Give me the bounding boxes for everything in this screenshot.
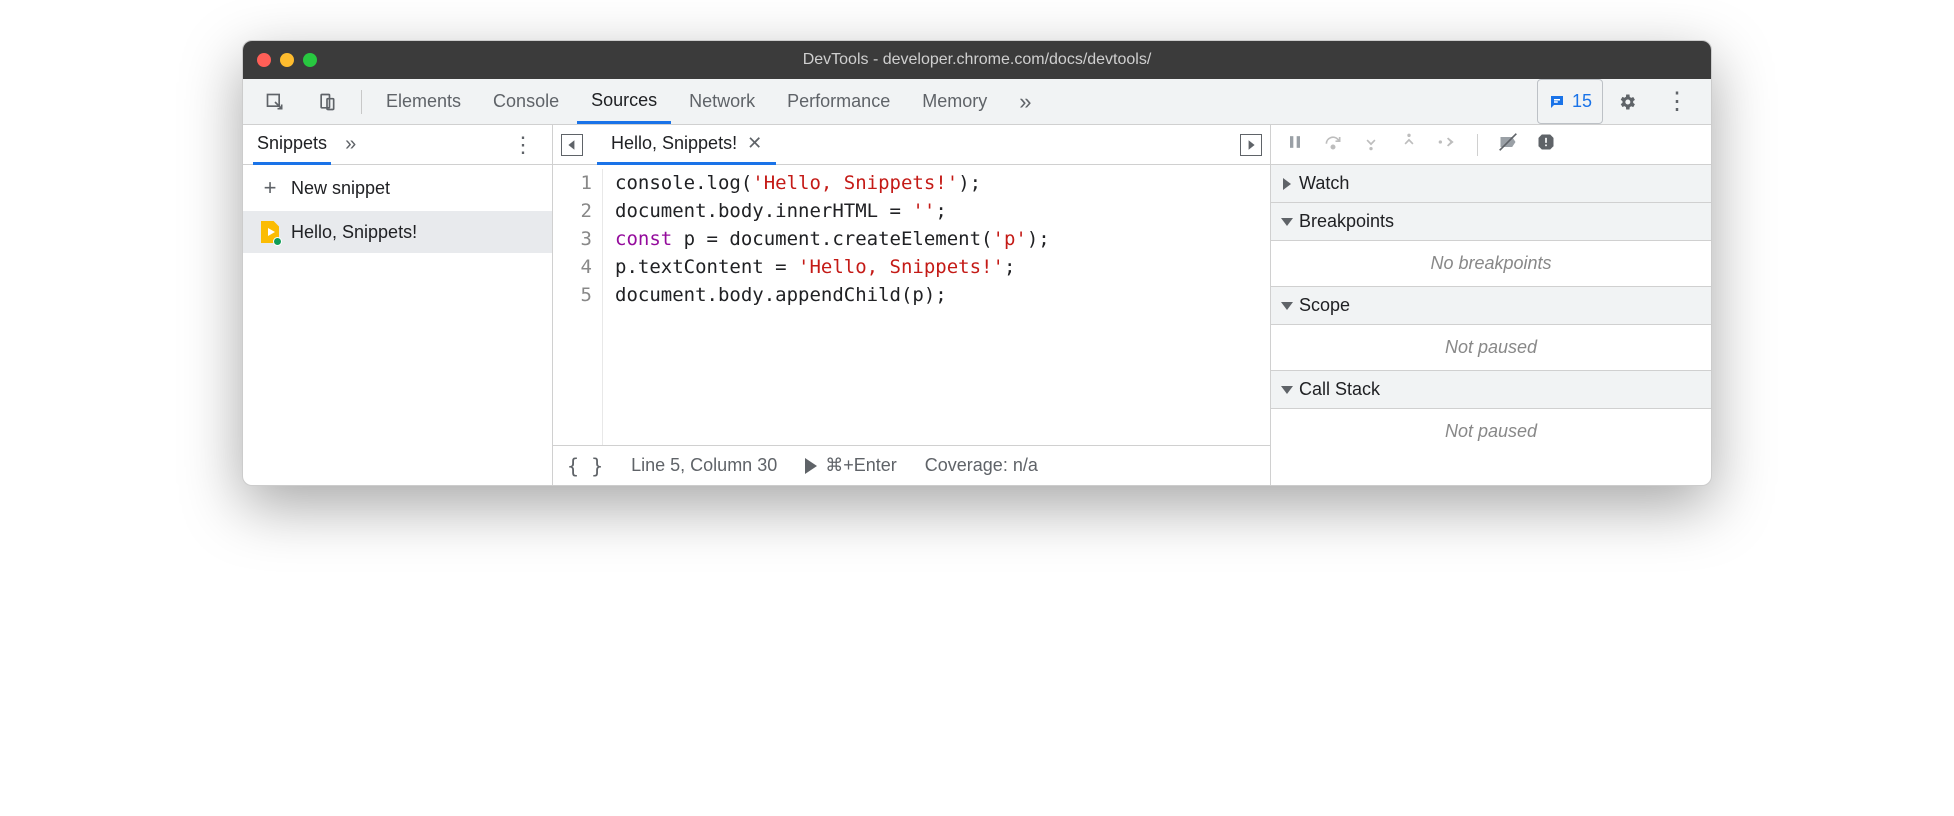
navigator-panel: Snippets » ⋮ + New snippet Hello, Snippe…	[243, 125, 553, 485]
run-shortcut: ⌘+Enter	[825, 455, 897, 476]
expand-icon	[1281, 218, 1293, 226]
code-editor[interactable]: 1 2 3 4 5 console.log('Hello, Snippets!'…	[553, 165, 1270, 445]
expand-icon	[1281, 302, 1293, 310]
kebab-menu-icon[interactable]: ⋮	[1651, 79, 1703, 124]
step-over-icon[interactable]	[1323, 132, 1343, 157]
navigator-kebab-icon[interactable]: ⋮	[504, 132, 542, 158]
scope-label: Scope	[1299, 295, 1350, 316]
minimize-window-button[interactable]	[280, 53, 294, 67]
devtools-window: DevTools - developer.chrome.com/docs/dev…	[242, 40, 1712, 486]
scope-section-header[interactable]: Scope	[1271, 287, 1711, 325]
issues-count: 15	[1572, 91, 1592, 112]
editor-tab-label: Hello, Snippets!	[611, 133, 737, 154]
debugger-toolbar	[1271, 125, 1711, 165]
snippet-list: + New snippet Hello, Snippets!	[243, 165, 552, 253]
main-toolbar: Elements Console Sources Network Perform…	[243, 79, 1711, 125]
debugger-panel: Watch Breakpoints No breakpoints Scope N…	[1271, 125, 1711, 485]
step-out-icon[interactable]	[1399, 132, 1419, 157]
tab-sources[interactable]: Sources	[577, 79, 671, 124]
breakpoints-section-header[interactable]: Breakpoints	[1271, 203, 1711, 241]
separator	[1477, 134, 1478, 156]
snippet-item-label: Hello, Snippets!	[291, 222, 417, 243]
line-number: 5	[553, 281, 592, 309]
line-number: 4	[553, 253, 592, 281]
callstack-empty: Not paused	[1271, 409, 1711, 454]
settings-icon[interactable]	[1603, 79, 1651, 124]
issues-badge[interactable]: 15	[1537, 79, 1603, 124]
scope-empty: Not paused	[1271, 325, 1711, 371]
tab-elements[interactable]: Elements	[372, 79, 475, 124]
line-gutter: 1 2 3 4 5	[553, 169, 603, 445]
pause-icon[interactable]	[1285, 132, 1305, 157]
plus-icon: +	[261, 175, 279, 201]
watch-label: Watch	[1299, 173, 1349, 194]
tab-console[interactable]: Console	[479, 79, 573, 124]
deactivate-breakpoints-icon[interactable]	[1498, 132, 1518, 157]
line-number: 1	[553, 169, 592, 197]
more-tabs-icon[interactable]: »	[1005, 79, 1045, 124]
line-number: 3	[553, 225, 592, 253]
panels: Snippets » ⋮ + New snippet Hello, Snippe…	[243, 125, 1711, 485]
watch-section-header[interactable]: Watch	[1271, 165, 1711, 203]
code-content: console.log('Hello, Snippets!');document…	[603, 169, 1050, 445]
play-icon	[805, 458, 817, 474]
editor-tabbar: Hello, Snippets! ✕	[553, 125, 1270, 165]
expand-icon	[1281, 386, 1293, 394]
step-icon[interactable]	[1437, 132, 1457, 157]
issues-icon	[1548, 93, 1566, 111]
line-number: 2	[553, 197, 592, 225]
editor-statusbar: { } Line 5, Column 30 ⌘+Enter Coverage: …	[553, 445, 1270, 485]
separator	[361, 90, 362, 114]
run-snippet-button[interactable]: ⌘+Enter	[805, 455, 897, 476]
breakpoints-label: Breakpoints	[1299, 211, 1394, 232]
inspect-element-icon[interactable]	[251, 79, 299, 124]
tab-snippets[interactable]: Snippets	[253, 125, 331, 165]
device-toggle-icon[interactable]	[303, 79, 351, 124]
callstack-label: Call Stack	[1299, 379, 1380, 400]
breakpoints-empty: No breakpoints	[1271, 241, 1711, 287]
fullscreen-window-button[interactable]	[303, 53, 317, 67]
snippet-item[interactable]: Hello, Snippets!	[243, 211, 552, 253]
navigator-tabs: Snippets » ⋮	[243, 125, 552, 165]
window-controls	[257, 53, 317, 67]
close-tab-icon[interactable]: ✕	[747, 133, 762, 154]
tab-network[interactable]: Network	[675, 79, 769, 124]
new-snippet-label: New snippet	[291, 178, 390, 199]
snippet-file-icon	[261, 221, 279, 243]
pause-on-exceptions-icon[interactable]	[1536, 132, 1556, 157]
editor-tab[interactable]: Hello, Snippets! ✕	[597, 125, 776, 165]
navigator-toggle-icon[interactable]	[561, 134, 583, 156]
step-into-icon[interactable]	[1361, 132, 1381, 157]
titlebar: DevTools - developer.chrome.com/docs/dev…	[243, 41, 1711, 79]
editor-panel: Hello, Snippets! ✕ 1 2 3 4 5 console.log…	[553, 125, 1271, 485]
window-title: DevTools - developer.chrome.com/docs/dev…	[243, 51, 1711, 69]
more-navigator-tabs-icon[interactable]: »	[345, 133, 356, 156]
cursor-position: Line 5, Column 30	[631, 455, 777, 476]
new-snippet-button[interactable]: + New snippet	[243, 165, 552, 211]
tab-memory[interactable]: Memory	[908, 79, 1001, 124]
tab-performance[interactable]: Performance	[773, 79, 904, 124]
callstack-section-header[interactable]: Call Stack	[1271, 371, 1711, 409]
debugger-toggle-icon[interactable]	[1240, 134, 1262, 156]
close-window-button[interactable]	[257, 53, 271, 67]
pretty-print-icon[interactable]: { }	[567, 454, 603, 478]
expand-icon	[1283, 178, 1291, 190]
coverage-status: Coverage: n/a	[925, 455, 1038, 476]
